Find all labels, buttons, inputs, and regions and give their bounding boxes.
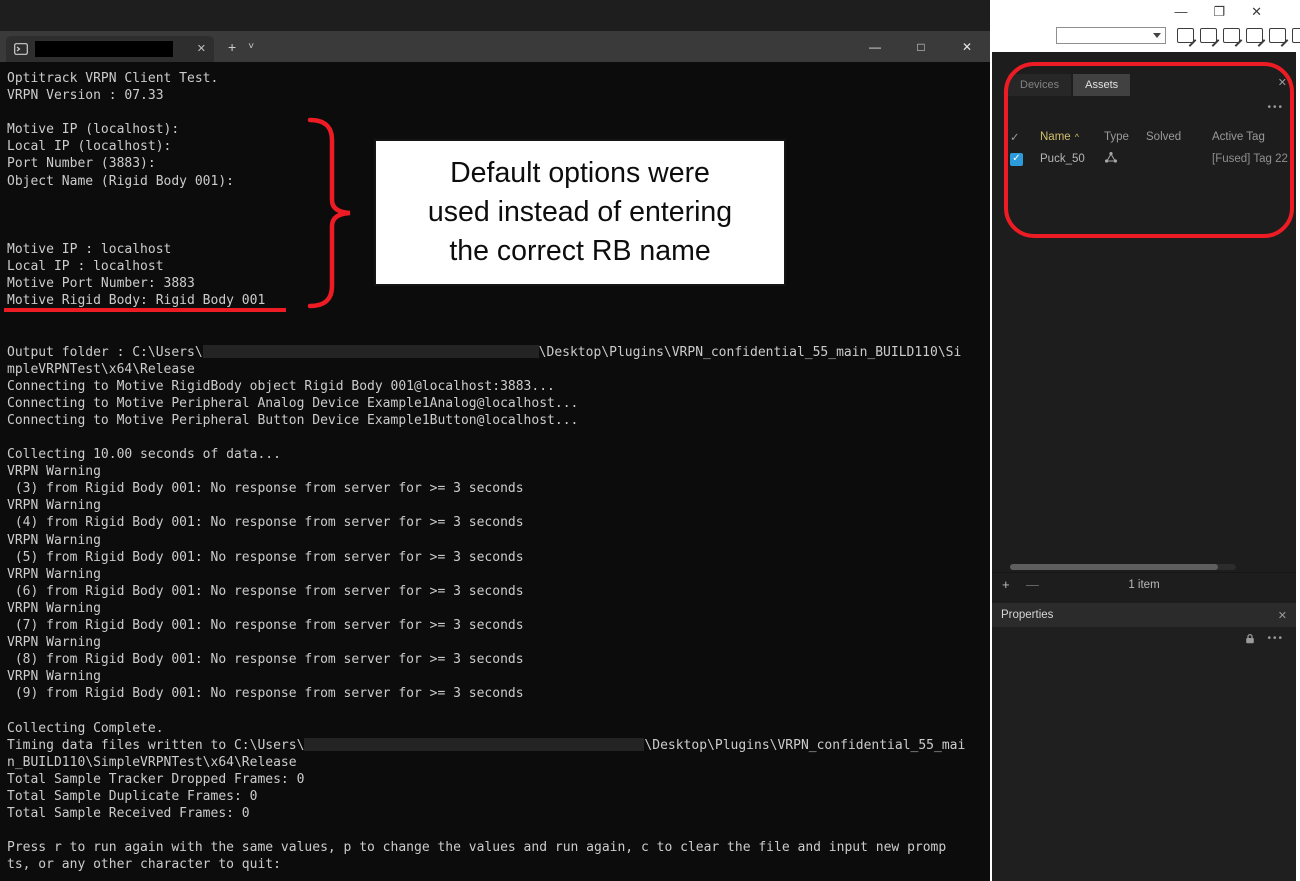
terminal-line (7, 429, 983, 446)
close-properties-icon[interactable]: ✕ (1278, 609, 1287, 622)
scrollbar-thumb[interactable] (1010, 564, 1218, 570)
terminal-line: VRPN Warning (7, 600, 983, 617)
terminal-line: Press r to run again with the same value… (7, 839, 983, 856)
close-button[interactable]: ✕ (1251, 4, 1262, 20)
properties-title: Properties (1001, 609, 1053, 621)
layout-preset-icon-3[interactable] (1223, 28, 1240, 43)
terminal-line: (4) from Rigid Body 001: No response fro… (7, 514, 983, 531)
terminal-line: VRPN Version : 07.33 (7, 87, 983, 104)
terminal-line: (3) from Rigid Body 001: No response fro… (7, 480, 983, 497)
layout-preset-icon-5[interactable] (1269, 28, 1286, 43)
layout-preset-icon-4[interactable] (1246, 28, 1263, 43)
properties-menu-icon[interactable]: ••• (1267, 633, 1284, 644)
terminal-tab[interactable]: ✕ (6, 36, 214, 62)
layout-preset-icon-2[interactable] (1200, 28, 1217, 43)
terminal-line: VRPN Warning (7, 497, 983, 514)
annotation-callout: Default options were used instead of ent… (374, 139, 786, 286)
close-button[interactable]: ✕ (944, 31, 990, 62)
minimize-button[interactable]: — (852, 31, 898, 62)
new-tab-button[interactable]: + (228, 39, 236, 55)
red-brace-annotation (306, 116, 354, 310)
path-suffix: \Desktop\Plugins\VRPN_confidential_55_ma… (539, 345, 962, 360)
terminal-line: (5) from Rigid Body 001: No response fro… (7, 549, 983, 566)
terminal-line: VRPN Warning (7, 634, 983, 651)
terminal-window-controls: — □ ✕ (852, 31, 990, 62)
path-prefix: Timing data files written to C:\Users\ (7, 738, 304, 753)
layout-preset-icon-1[interactable] (1177, 28, 1194, 43)
terminal-line: Optitrack VRPN Client Test. (7, 70, 983, 87)
terminal-line: (6) from Rigid Body 001: No response fro… (7, 583, 983, 600)
terminal-line: (9) from Rigid Body 001: No response fro… (7, 685, 983, 702)
item-count: 1 item (992, 579, 1296, 591)
terminal-line: Total Sample Tracker Dropped Frames: 0 (7, 771, 983, 788)
path-prefix: Output folder : C:\Users\ (7, 345, 203, 360)
terminal-line-output-folder: Output folder : C:\Users\ \Desktop\Plugin… (7, 344, 983, 361)
os-window-controls: — ❐ ✕ (1174, 4, 1262, 20)
terminal-line: VRPN Warning (7, 668, 983, 685)
terminal-line: Total Sample Received Frames: 0 (7, 805, 983, 822)
layout-preset-buttons (1177, 28, 1300, 43)
maximize-button[interactable]: ❐ (1213, 4, 1225, 20)
assets-footer: + — 1 item (992, 572, 1296, 596)
terminal-line: Collecting 10.00 seconds of data... (7, 446, 983, 463)
terminal-line (7, 702, 983, 719)
terminal-line: ts, or any other character to quit: (7, 856, 983, 873)
redaction-box (304, 738, 644, 751)
callout-line: the correct RB name (449, 232, 710, 271)
minimize-button[interactable]: — (1174, 4, 1187, 20)
properties-header: Properties ✕ (992, 603, 1296, 627)
terminal-line: VRPN Warning (7, 532, 983, 549)
terminal-line: Collecting Complete. (7, 720, 983, 737)
chevron-down-icon (1153, 33, 1161, 38)
terminal-line: Connecting to Motive RigidBody object Ri… (7, 378, 983, 395)
horizontal-scrollbar[interactable] (1010, 564, 1236, 570)
redaction-box-tab-title (35, 41, 173, 57)
motive-top-toolbar (1056, 27, 1300, 44)
terminal-line: Motive Rigid Body: Rigid Body 001 (7, 292, 983, 309)
terminal-line (7, 822, 983, 839)
callout-line: Default options were (450, 154, 710, 193)
terminal-line: Connecting to Motive Peripheral Button D… (7, 412, 983, 429)
terminal-tab-bar: ✕ + ˅ — □ ✕ (0, 31, 990, 62)
red-oval-annotation (1004, 62, 1294, 238)
callout-line: used instead of entering (428, 193, 732, 232)
terminal-line (7, 326, 983, 343)
terminal-line: mpleVRPNTest\x64\Release (7, 361, 983, 378)
terminal-line: (8) from Rigid Body 001: No response fro… (7, 651, 983, 668)
terminal-line: VRPN Warning (7, 566, 983, 583)
terminal-line (7, 104, 983, 121)
terminal-line: n_BUILD110\SimpleVRPNTest\x64\Release (7, 754, 983, 771)
tab-dropdown-icon[interactable]: ˅ (248, 41, 254, 52)
terminal-line: VRPN Warning (7, 463, 983, 480)
layout-preset-icon-6[interactable] (1292, 28, 1300, 43)
screenshot-root: — ❐ ✕ ✕ + (0, 0, 1300, 881)
layout-dropdown[interactable] (1056, 27, 1166, 44)
lock-icon[interactable] (1245, 633, 1255, 644)
redaction-box (203, 345, 539, 358)
properties-pane: Properties ✕ ••• (992, 603, 1296, 881)
path-suffix: \Desktop\Plugins\VRPN_confidential_55_ma… (644, 738, 965, 753)
terminal-line: (7) from Rigid Body 001: No response fro… (7, 617, 983, 634)
terminal-icon (14, 43, 28, 55)
maximize-button[interactable]: □ (898, 31, 944, 62)
terminal-line-timing: Timing data files written to C:\Users\ \D… (7, 737, 983, 754)
background-strip (0, 0, 990, 31)
terminal-line: Connecting to Motive Peripheral Analog D… (7, 395, 983, 412)
terminal-line: Motive IP (localhost): (7, 121, 983, 138)
close-tab-icon[interactable]: ✕ (197, 42, 206, 55)
terminal-line: Total Sample Duplicate Frames: 0 (7, 788, 983, 805)
red-underline-annotation (4, 308, 286, 312)
properties-toolbar: ••• (992, 627, 1296, 649)
